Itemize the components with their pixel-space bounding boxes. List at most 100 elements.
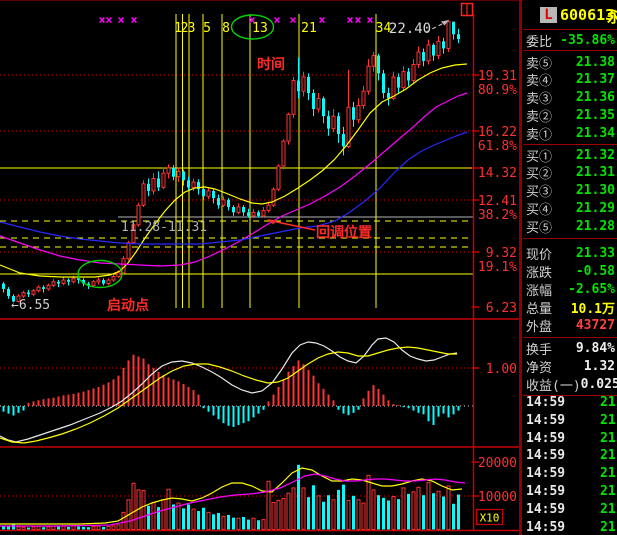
tick-row: 14:5921. [526, 520, 617, 535]
info2-row-value: 9.84% [576, 341, 615, 356]
sell-quote-row[interactable]: 卖①21.34 [526, 124, 615, 142]
candle-body-down [337, 116, 340, 134]
volume-bar-up [32, 527, 35, 530]
info2-row-label: 净资 [526, 357, 552, 376]
sell-quote-row[interactable]: 卖③21.36 [526, 89, 615, 107]
volume-bar-up [162, 500, 165, 530]
sell-quote-row-label: 卖⑤ [526, 53, 552, 72]
buy-quote-row-label: 买⑤ [526, 217, 552, 236]
candle-body-up [417, 52, 420, 64]
candle-body-up [167, 168, 170, 173]
candle-body-down [172, 168, 175, 177]
candle-body-down [67, 280, 70, 282]
volume-bar-down [322, 502, 325, 530]
info-row: 涨跌-0.58 [526, 262, 615, 280]
candle-body-down [312, 93, 315, 109]
volume-bar-up [347, 500, 350, 529]
candle-body-down [342, 134, 345, 146]
volume-bar-down [442, 497, 445, 530]
volume-bar-down [82, 527, 85, 530]
axis-label: 14.32 [478, 166, 517, 181]
volume-bar-down [327, 495, 330, 529]
volume-bar-down [12, 525, 15, 530]
candle-body-up [287, 114, 290, 141]
candle-body-up [62, 280, 65, 284]
buy-quote-row[interactable]: 买④21.29 [526, 199, 615, 217]
candle-body-down [382, 73, 385, 93]
tick-price: 21. [600, 431, 617, 446]
axis-label: 10000 [478, 490, 517, 505]
volume-bar-up [17, 527, 20, 530]
info2-row: 换手 9.84% [526, 339, 615, 357]
chart-area[interactable]: 1235813213419.3180.9%16.2261.8%14.3212.4… [0, 0, 523, 535]
volume-bar-down [67, 527, 70, 530]
sell-quote-row-label: 卖① [526, 124, 552, 143]
axis-label: 19.31 [478, 69, 517, 84]
info-row: 外盘 43727 [526, 317, 615, 335]
candle-body-up [282, 141, 285, 166]
annotation-low: ←6.55 [11, 298, 50, 313]
volume-bar-up [252, 518, 255, 529]
signal-x-mark: × [105, 13, 112, 27]
fib-label-peak: 22.40 [389, 21, 431, 37]
volume-bar-up [207, 512, 210, 529]
info-row: 现价21.33 [526, 244, 615, 262]
tick-row: 14:5921. [526, 395, 617, 412]
weibi-row-label: 委比 [526, 31, 552, 50]
candle-body-down [232, 207, 235, 212]
volume-bar-down [422, 495, 425, 529]
buy-quote-row-value: 21.30 [576, 183, 615, 198]
quote-header[interactable]: L 600613 永 [523, 2, 617, 28]
volume-bar-up [22, 527, 25, 529]
volume-bar-down [42, 527, 45, 529]
volume-bar-up [107, 527, 110, 530]
candle-body-up [402, 72, 405, 88]
candle-body-down [457, 34, 460, 39]
candle-body-up [427, 45, 430, 61]
panel-divider [519, 0, 522, 535]
candle-body-down [147, 184, 150, 191]
candle-body-up [367, 66, 370, 91]
sell-quote-row[interactable]: 卖④21.37 [526, 71, 615, 89]
candle-body-up [72, 278, 75, 282]
candle-body-down [157, 178, 160, 187]
candle-body-down [322, 98, 325, 116]
volume-bar-down [312, 485, 315, 529]
tick-time: 14:59 [526, 502, 565, 517]
candle-body-up [237, 207, 240, 212]
axis-label: 12.41 [478, 194, 517, 209]
volume-bar-up [37, 527, 40, 530]
candle-body-down [307, 77, 310, 93]
tick-time: 14:59 [526, 395, 565, 410]
candle-body-down [432, 45, 435, 56]
info2-row: 净资1.32 [526, 357, 615, 375]
buy-quote-row[interactable]: 买⑤21.28 [526, 217, 615, 235]
candle-body-down [242, 207, 245, 212]
fib-time-label: 3 [188, 21, 196, 36]
volume-bar-down [432, 493, 435, 529]
candle-body-up [437, 41, 440, 55]
buy-quote-row[interactable]: 买②21.31 [526, 164, 615, 182]
candle-body-up [267, 205, 270, 210]
volume-bar-up [122, 512, 125, 529]
volume-bar-down [297, 465, 300, 530]
signal-x-mark: × [248, 13, 255, 27]
sell-quote-row[interactable]: 卖⑤21.38 [526, 53, 615, 71]
info2-row-label: 换手 [526, 339, 552, 358]
annotation-launch: 启动点 [107, 297, 149, 314]
sell-quote-row[interactable]: 卖②21.35 [526, 106, 615, 124]
candle-body-up [412, 64, 415, 80]
tick-row: 14:5921. [526, 431, 617, 448]
axis-label: 20000 [478, 456, 517, 471]
info-row-value: 43727 [576, 318, 615, 333]
info-row-label: 外盘 [526, 316, 552, 335]
buy-quote-row[interactable]: 买③21.30 [526, 182, 615, 200]
tick-price: 21. [600, 413, 617, 428]
info-row-label: 现价 [526, 244, 552, 263]
candle-body-up [357, 105, 360, 119]
volume-bar-up [332, 500, 335, 530]
sell-quote-row-value: 21.36 [576, 90, 615, 105]
candle-body-down [377, 56, 380, 74]
buy-quote-row[interactable]: 买①21.32 [526, 146, 615, 164]
volume-bar-up [192, 509, 195, 529]
